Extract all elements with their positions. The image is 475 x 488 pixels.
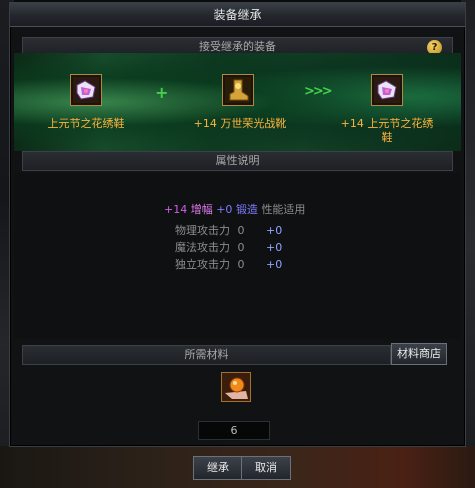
attr-row-label: 魔法攻击力 bbox=[175, 241, 230, 254]
forge-level: +0 bbox=[216, 203, 233, 216]
consumed-item-label: +14 万世荣光战靴 bbox=[184, 117, 296, 131]
orb-material-icon bbox=[222, 373, 250, 401]
attr-section-header: 属性说明 bbox=[22, 151, 453, 171]
receive-section-title: 接受继承的装备 bbox=[199, 40, 276, 53]
material-shop-button[interactable]: 材料商店 bbox=[391, 343, 447, 365]
attr-summary: +14 增幅 +0 锻造 性能适用 bbox=[164, 201, 305, 217]
attr-row-base: 0 bbox=[237, 258, 245, 271]
amp-level: +14 bbox=[164, 203, 188, 216]
embroidered-shoe-icon bbox=[73, 77, 99, 103]
cancel-button[interactable]: 取消 bbox=[241, 456, 291, 480]
result-item-name-line2: 鞋 bbox=[381, 131, 393, 144]
attr-row-label: 物理攻击力 bbox=[175, 224, 230, 237]
consumed-item-enhance: +14 bbox=[193, 117, 217, 130]
result-item-slot[interactable] bbox=[371, 74, 403, 106]
embroidered-shoe-icon bbox=[374, 77, 400, 103]
plus-symbol: + bbox=[155, 83, 169, 102]
golden-boot-icon bbox=[225, 77, 251, 103]
result-item-enhance: +14 bbox=[340, 117, 364, 130]
consumed-item-name: 万世荣光战靴 bbox=[220, 117, 287, 130]
inherit-items-area: + >>> 上元节之花绣鞋 +14 万世荣光战靴 +14 上元节之花绣 鞋 bbox=[14, 53, 461, 151]
window-titlebar[interactable]: 装备继承 bbox=[10, 3, 465, 27]
attr-row-physical: 物理攻击力 0 +0 bbox=[175, 222, 282, 238]
materials-section-header: 所需材料 bbox=[22, 345, 391, 365]
attr-row-magic: 魔法攻击力 0 +0 bbox=[175, 239, 282, 255]
source-item-slot[interactable] bbox=[70, 74, 102, 106]
equipment-inherit-window: 装备继承 接受继承的装备 ? + >>> 上元节之花绣鞋 +14 万世荣光战靴 … bbox=[9, 2, 466, 447]
attribute-panel: +14 增幅 +0 锻造 性能适用 物理攻击力 0 +0 魔法攻击力 0 +0 … bbox=[14, 173, 461, 339]
result-item-name-line1: 上元节之花绣 bbox=[367, 117, 434, 130]
result-item-label: +14 上元节之花绣 鞋 bbox=[332, 117, 442, 145]
source-item-name: 上元节之花绣鞋 bbox=[47, 117, 125, 130]
attr-row-bonus: +0 bbox=[266, 241, 283, 254]
materials-section-title: 所需材料 bbox=[184, 348, 229, 361]
attr-row-base: 0 bbox=[237, 224, 245, 237]
material-item-slot[interactable] bbox=[221, 372, 251, 402]
attr-row-bonus: +0 bbox=[266, 224, 283, 237]
attr-row-base: 0 bbox=[237, 241, 245, 254]
applies-label: 性能适用 bbox=[261, 203, 306, 216]
arrows-symbol: >>> bbox=[304, 84, 333, 99]
confirm-inherit-button[interactable]: 继承 bbox=[193, 456, 243, 480]
material-count: 6 bbox=[198, 421, 270, 440]
attr-row-bonus: +0 bbox=[266, 258, 283, 271]
consumed-item-slot[interactable] bbox=[222, 74, 254, 106]
forge-label: 锻造 bbox=[235, 203, 258, 216]
attr-row-independent: 独立攻击力 0 +0 bbox=[175, 256, 282, 272]
attr-row-label: 独立攻击力 bbox=[175, 258, 230, 271]
window-title: 装备继承 bbox=[213, 8, 262, 22]
attr-section-title: 属性说明 bbox=[215, 154, 260, 167]
amp-label: 增幅 bbox=[190, 203, 213, 216]
